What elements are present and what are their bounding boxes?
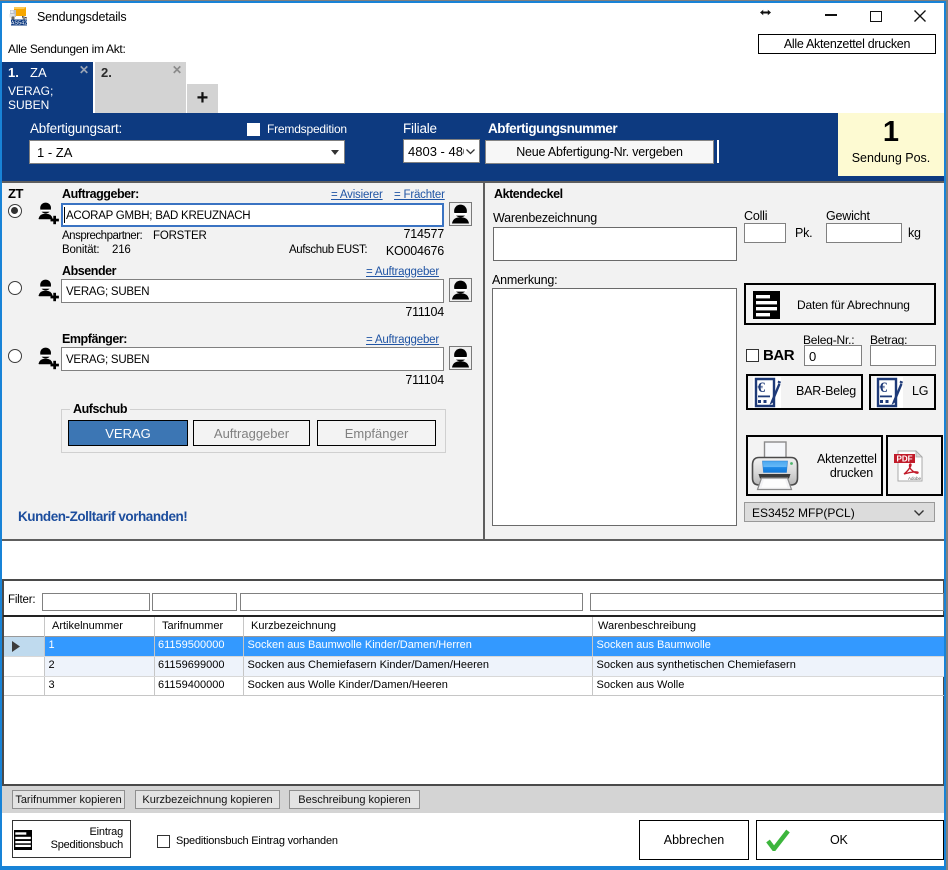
svg-text:€: € bbox=[758, 380, 766, 396]
svg-text:€: € bbox=[880, 380, 888, 396]
svg-text:Adobe: Adobe bbox=[908, 476, 922, 481]
svg-text:PDF: PDF bbox=[897, 455, 913, 464]
svg-text:AS542: AS542 bbox=[11, 21, 28, 26]
